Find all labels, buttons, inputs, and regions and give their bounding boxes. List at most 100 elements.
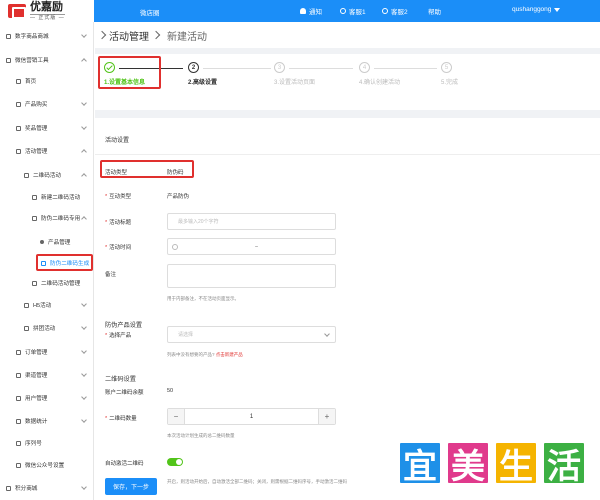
step-5[interactable]: 5 5.完成 [441,62,458,86]
sidebar-item-qrcode-activity-management[interactable]: 二维码活动管理 [0,277,94,289]
activity-title-input[interactable]: 最多输入20个字符 [167,213,336,230]
header-title[interactable]: 微店圈 [140,7,160,17]
remark-textarea[interactable] [167,264,336,288]
step-4[interactable]: 4 4.确认创建活动 [359,62,400,86]
sidebar-item-user-management[interactable]: 用户管理 [0,392,94,404]
chevron-up-icon [81,173,87,179]
chevron-right-icon [151,30,161,40]
decrement-button[interactable]: − [168,409,184,424]
sidebar-item-wechat-tools[interactable]: 微信营销工具 [0,54,94,66]
watermark-logo: 宜 美 生 活 [398,441,586,486]
sidebar-item-product-management[interactable]: 产品管理 [0,236,94,248]
sidebar-item-digital-store[interactable]: 数字商品商城 [0,30,94,42]
sidebar-item-prize-management[interactable]: 奖品管理 [0,122,94,134]
points-icon [6,485,11,491]
clock-icon [172,244,178,250]
main-content: 活动管理 新建活动 1.设置基本信息 2 2.高级设置 3 3.设置活动页面 4… [95,22,600,500]
gift-icon [16,125,21,131]
product-hint: 列表中没有想要的产品? 点击新建产品 [167,352,243,357]
interact-type-label: * 互动类型 [105,194,132,200]
wechat-icon [6,57,11,63]
breadcrumb: 活动管理 新建活动 [95,22,600,48]
chevron-down-icon [81,417,87,423]
sidebar-item-wechat-settings[interactable]: 微信公众号设置 [0,459,94,471]
chart-icon [16,418,21,424]
store-icon [6,33,11,39]
sidebar-item-group-buy[interactable]: 拼团活动 [0,322,94,334]
save-next-button[interactable]: 保存，下一步 [105,478,157,495]
step-3-label: 3.设置活动页面 [274,80,316,86]
activity-time-label: * 活动时间 [105,245,132,251]
headset-icon [382,8,388,14]
chevron-down-icon [81,32,87,38]
qrcode-icon [24,172,29,178]
notification-button[interactable]: 通知 [300,6,322,16]
auto-activate-toggle[interactable] [167,458,183,466]
step-4-label: 4.确认创建活动 [359,80,401,86]
auto-activate-hint: 开启，则活动开始后，自动激活全部二维码；关闭，则需根据二维码序号，手动激活二维码 [167,479,347,484]
customer-service-2-button[interactable]: 客服2 [382,6,408,16]
chevron-up-icon [81,216,87,222]
sidebar-item-order-management[interactable]: 订单管理 [0,346,94,358]
step-2[interactable]: 2 2.高级设置 [188,62,217,86]
caret-down-icon [554,7,561,12]
customer-service-1-button[interactable]: 客服1 [340,6,366,16]
sidebar-item-product-purchase[interactable]: 产品购买 [0,98,94,110]
qrcode-settings-heading: 二维码设置 [105,376,136,383]
sidebar-item-home[interactable]: 首页 [0,75,94,87]
chevron-up-icon [81,149,87,155]
activity-title-label: * 活动标题 [105,220,132,226]
user-icon [16,395,21,401]
chevron-down-icon [81,371,87,377]
chevron-up-icon [81,58,87,64]
chevron-down-icon [81,324,87,330]
sidebar-item-points-mall[interactable]: 积分商城 [0,482,94,494]
serial-icon [16,440,21,446]
order-icon [16,349,21,355]
product-select[interactable]: 请选择 [167,326,336,343]
logo-subtitle: — 正式版 — [30,13,65,21]
user-menu[interactable]: qushanggong [512,6,561,13]
sidebar-item-serial-number[interactable]: 序列号 [0,437,94,449]
quantity-input[interactable]: 1 [184,409,319,424]
sidebar-item-channel-management[interactable]: 渠道管理 [0,369,94,381]
sidebar-item-anti-counterfeit-qrcode[interactable]: 防伪二维码专用 [0,212,94,224]
chevron-down-icon [81,124,87,130]
sidebar-item-statistics[interactable]: 数据统计 [0,415,94,427]
breadcrumb-parent[interactable]: 活动管理 [109,28,149,43]
bell-icon [300,8,306,14]
help-link[interactable]: 帮助 [428,6,441,16]
qrcode-quantity-label: * 二维码数量 [105,416,137,422]
cart-icon [16,101,21,107]
chevron-down-icon [81,348,87,354]
highlight-box [100,160,194,178]
sidebar-item-new-qrcode-activity[interactable]: 新建二维码活动 [0,191,94,203]
chevron-down-icon [81,484,87,490]
highlight-box [36,254,93,271]
home-icon [16,78,21,84]
qrcode-icon [32,280,37,286]
chevron-down-icon [324,331,330,337]
create-product-link[interactable]: 点击新建产品 [216,352,243,357]
logo-name: 优嘉励 [30,0,63,13]
step-connector [289,68,353,69]
sidebar-item-qrcode-activity[interactable]: 二维码活动 [0,169,94,181]
dot-icon [40,240,44,244]
step-3[interactable]: 3 3.设置活动页面 [274,62,315,86]
step-connector [203,68,271,69]
channel-icon [16,372,21,378]
activity-time-range-input[interactable]: – [167,238,336,255]
sidebar-item-h5-activity[interactable]: H5活动 [0,299,94,311]
highlight-box [98,56,161,89]
brand-logo[interactable]: 优嘉励 — 正式版 — [0,0,94,22]
wechat-icon [16,462,21,468]
chevron-down-icon [81,301,87,307]
select-product-label: * 选择产品 [105,333,132,339]
product-settings-heading: 防伪产品设置 [105,322,143,329]
qrcode-add-icon [32,194,37,200]
section-title: 活动设置 [105,138,130,144]
logo-icon [8,4,26,19]
increment-button[interactable]: + [319,409,335,424]
sidebar-item-activity-management[interactable]: 活动管理 [0,145,94,157]
quantity-hint: 本次活动计划生成的总二维码数量 [167,433,235,438]
